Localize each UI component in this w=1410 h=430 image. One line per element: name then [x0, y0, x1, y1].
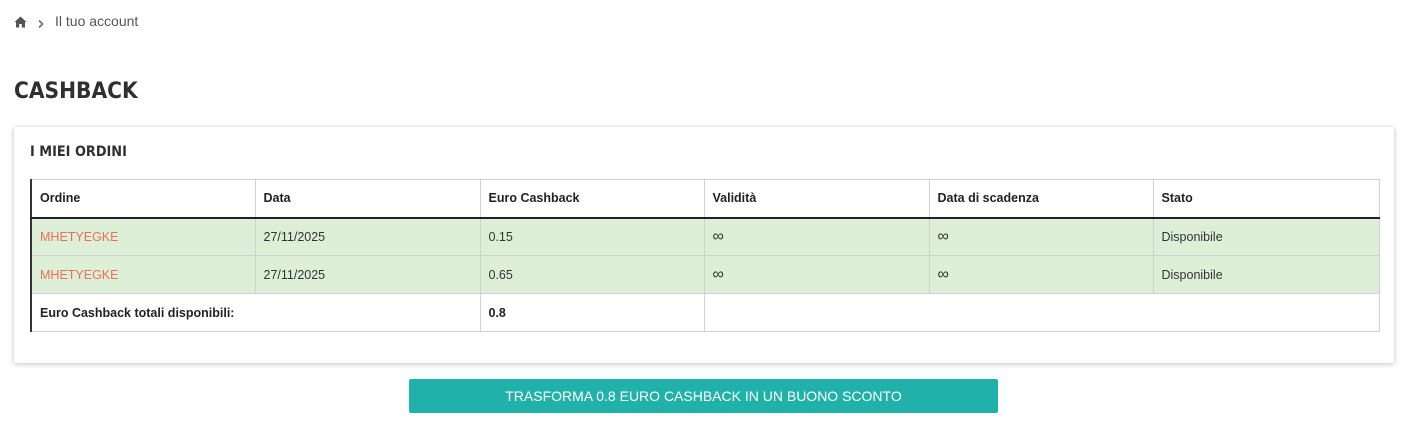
order-cashback: 0.15 [479, 217, 705, 256]
table-row: MHETYEGKE 27/11/2025 0.15 ∞ ∞ Disponibil… [30, 217, 1380, 256]
page-title: CASHBACK [14, 79, 138, 104]
column-header-euro-cashback: Euro Cashback [479, 179, 705, 219]
column-header-data: Data [254, 179, 481, 219]
table-header-row: Ordine Data Euro Cashback Validità Data … [30, 179, 1380, 219]
orders-table: Ordine Data Euro Cashback Validità Data … [30, 179, 1380, 332]
order-validity: ∞ [703, 255, 930, 294]
order-expiry: ∞ [928, 255, 1154, 294]
column-header-validita: Validità [703, 179, 930, 219]
total-label: Euro Cashback totali disponibili: [30, 293, 481, 332]
order-status: Disponibile [1152, 217, 1380, 256]
order-validity: ∞ [703, 217, 930, 256]
column-header-stato: Stato [1152, 179, 1380, 219]
order-date: 27/11/2025 [254, 255, 481, 294]
order-status: Disponibile [1152, 255, 1380, 294]
order-link[interactable]: MHETYEGKE [30, 217, 256, 256]
total-row: Euro Cashback totali disponibili: 0.8 [30, 293, 1380, 332]
order-cashback: 0.65 [479, 255, 705, 294]
order-expiry: ∞ [928, 217, 1154, 256]
convert-cashback-button[interactable]: TRASFORMA 0.8 EURO CASHBACK IN UN BUONO … [409, 379, 998, 413]
order-date: 27/11/2025 [254, 217, 481, 256]
total-empty-cell [703, 293, 1380, 332]
orders-card-title: I MIEI ORDINI [30, 144, 127, 160]
orders-card: I MIEI ORDINI Ordine Data Euro Cashback … [14, 127, 1394, 363]
home-icon[interactable] [14, 15, 27, 28]
breadcrumb: Il tuo account [14, 12, 138, 30]
order-link[interactable]: MHETYEGKE [30, 255, 256, 294]
total-value: 0.8 [479, 293, 705, 332]
table-row: MHETYEGKE 27/11/2025 0.65 ∞ ∞ Disponibil… [30, 255, 1380, 294]
chevron-right-icon [37, 16, 45, 28]
column-header-ordine: Ordine [30, 179, 256, 219]
column-header-data-scadenza: Data di scadenza [928, 179, 1154, 219]
breadcrumb-current[interactable]: Il tuo account [55, 13, 138, 29]
